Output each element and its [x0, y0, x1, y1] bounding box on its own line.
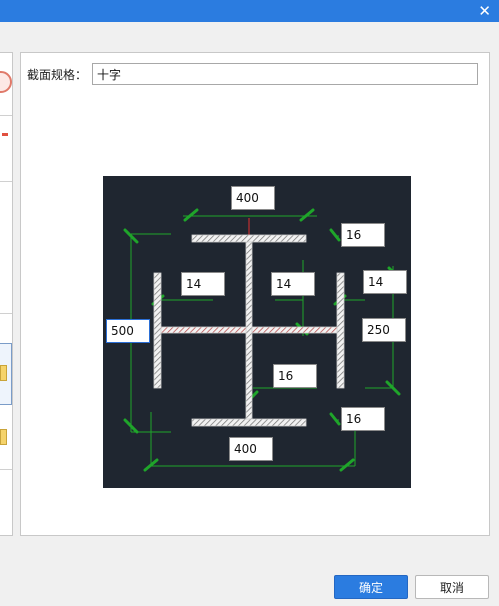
ok-button[interactable]: 确定 — [334, 575, 408, 599]
dim-top-width-input[interactable] — [231, 186, 275, 210]
dimension-ticks — [123, 208, 401, 472]
cross-section-drawing — [103, 176, 411, 488]
steel-plates — [153, 234, 345, 427]
folder-icon[interactable] — [0, 365, 7, 381]
dim-left-web-thickness-input[interactable] — [181, 272, 225, 296]
dim-right-web-thickness-input[interactable] — [363, 270, 407, 294]
marker-icon[interactable] — [2, 133, 8, 136]
section-spec-input[interactable] — [92, 63, 478, 85]
toolbar-divider — [0, 115, 12, 116]
title-bar: ✕ — [0, 0, 499, 22]
dim-bottom-flange-thickness-input[interactable] — [341, 407, 385, 431]
dim-bottom-width-input[interactable] — [229, 437, 273, 461]
dim-half-width-input[interactable] — [362, 318, 406, 342]
record-icon[interactable] — [0, 71, 12, 93]
dim-overall-height-input[interactable] — [106, 319, 150, 343]
close-icon[interactable]: ✕ — [478, 1, 491, 21]
dim-top-flange-thickness-input[interactable] — [341, 223, 385, 247]
dim-lower-web-thickness-input[interactable] — [273, 364, 317, 388]
toolbar-divider — [0, 313, 12, 314]
section-panel: 截面规格： — [20, 52, 490, 536]
cancel-button[interactable]: 取消 — [415, 575, 489, 599]
top-flange-plate — [191, 234, 307, 243]
right-web-plate — [251, 326, 338, 334]
left-web-plate — [160, 326, 247, 334]
center-web-plate — [245, 241, 253, 420]
left-flange-plate — [153, 272, 162, 389]
right-flange-plate — [336, 272, 345, 389]
section-spec-label: 截面规格： — [27, 68, 88, 82]
left-toolbar-strip — [0, 52, 13, 536]
dim-center-web-thickness-input[interactable] — [271, 272, 315, 296]
toolbar-divider — [0, 181, 12, 182]
toolbar-divider — [0, 469, 12, 470]
bottom-flange-plate — [191, 418, 307, 427]
folder-icon[interactable] — [0, 429, 7, 445]
